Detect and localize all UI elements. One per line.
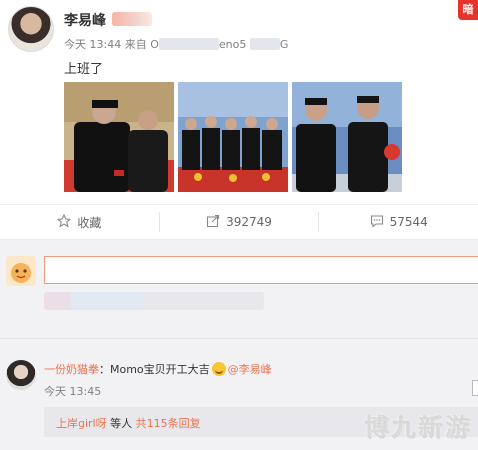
smile-emoji-icon xyxy=(211,362,226,376)
repost-count: 392749 xyxy=(226,215,272,229)
post-meta: 今天 13:44 来自 O eno5 G xyxy=(64,36,288,52)
blurred-badge xyxy=(112,12,152,26)
post-photo-2[interactable] xyxy=(178,82,288,192)
favorite-label: 收藏 xyxy=(77,215,102,230)
repost-button[interactable]: 392749 xyxy=(160,212,320,232)
watermark: 博九新游 xyxy=(364,413,472,441)
post-photo-1[interactable] xyxy=(64,82,174,192)
post-source-mid: eno5 xyxy=(218,38,247,51)
share-icon xyxy=(206,214,220,231)
comment-text: ：Momo宝贝开工大吉 xyxy=(99,363,210,376)
post-source-prefix: 来自 O xyxy=(124,38,159,51)
corner-logo: 暗 xyxy=(458,0,478,20)
comment-line: 一份奶猫拳：Momo宝贝开工大吉 @李易峰 xyxy=(44,361,272,377)
reply-mid: 等人 xyxy=(106,417,136,430)
post-photo-3[interactable] xyxy=(292,82,402,192)
comment-count: 57544 xyxy=(389,215,428,229)
favorite-button[interactable]: 收藏 xyxy=(0,212,160,232)
post-action-bar: 收藏 392749 57544 xyxy=(0,204,478,240)
star-icon xyxy=(56,213,72,231)
reply-count[interactable]: 共115条回复 xyxy=(136,417,201,430)
comment-button[interactable]: 57544 xyxy=(319,212,478,232)
post-time[interactable]: 今天 13:44 xyxy=(64,38,121,51)
my-avatar[interactable] xyxy=(6,256,36,286)
post-text: 上班了 xyxy=(64,62,104,77)
blurred-toolbar xyxy=(44,292,264,310)
commenter-avatar[interactable] xyxy=(6,360,36,390)
blurred-source-2 xyxy=(249,38,280,50)
author-name[interactable]: 李易峰 xyxy=(64,10,106,30)
comment-input[interactable] xyxy=(44,256,478,284)
more-button[interactable] xyxy=(472,380,478,396)
commenter-name[interactable]: 一份奶猫拳 xyxy=(44,363,99,376)
comment-mention[interactable]: @李易峰 xyxy=(228,363,272,376)
comment-icon xyxy=(370,214,384,231)
divider xyxy=(0,338,478,339)
author-avatar[interactable] xyxy=(8,6,54,52)
comment-time: 今天 13:45 xyxy=(44,385,102,398)
blurred-source xyxy=(158,38,219,50)
reply-user[interactable]: 上岸girl呀 xyxy=(56,417,107,430)
weibo-post: 李易峰 暗 今天 13:44 来自 O eno5 G 上班了 xyxy=(0,0,478,204)
post-source-end: G xyxy=(279,38,289,51)
